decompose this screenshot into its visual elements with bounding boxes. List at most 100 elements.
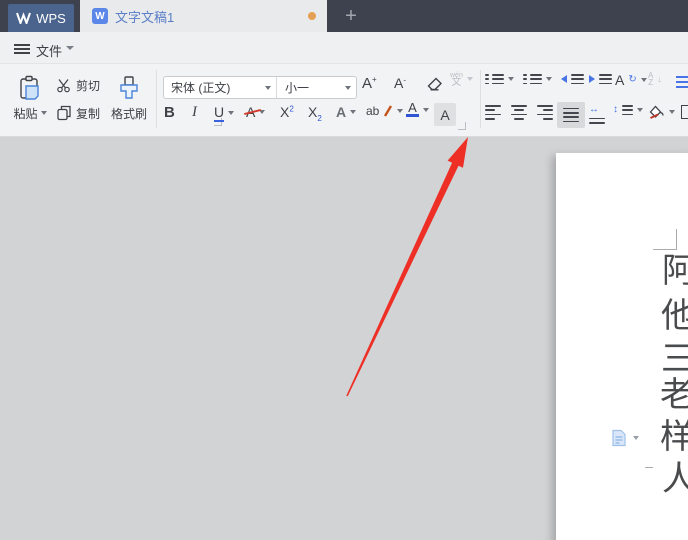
hamburger-menu-icon[interactable] [14, 42, 30, 56]
font-family-value: 宋体 (正文) [171, 81, 231, 95]
paste-label: 粘贴 [13, 106, 38, 121]
font-dialog-launcher-icon[interactable] [458, 122, 466, 130]
page-text-fragment: 三 [661, 339, 688, 379]
shading-dropdown-icon [669, 109, 675, 114]
wps-logo-icon [16, 12, 32, 24]
clear-format-button[interactable] [426, 76, 444, 92]
sort-icon: A Z [648, 71, 654, 87]
grow-font-button[interactable]: A+ [362, 75, 377, 92]
line-spacing-button[interactable]: ↕ [613, 104, 643, 116]
shrink-font-button[interactable]: A- [394, 75, 406, 91]
margin-mark [645, 467, 653, 468]
text-direction-button[interactable]: A ↻ [615, 72, 647, 88]
paste-dropdown-icon [40, 111, 47, 115]
distribute-icon: ↔ [589, 105, 605, 124]
show-marks-button[interactable] [676, 76, 688, 88]
increase-indent-icon [589, 75, 595, 84]
wps-menu-button[interactable]: WPS [8, 4, 74, 32]
page-text-fragment: 人 [662, 459, 688, 499]
group-divider [480, 70, 481, 128]
floating-options-button[interactable] [611, 429, 639, 447]
numbering-dropdown-icon [545, 77, 552, 82]
char-shading-button[interactable]: A [434, 103, 456, 126]
strikethrough-button[interactable]: A [244, 104, 266, 120]
phonetic-guide-icon: wén 文 [450, 72, 463, 88]
bullets-button[interactable] [485, 74, 514, 85]
document-tab[interactable]: W 文字文稿1 [80, 0, 327, 32]
numbering-button[interactable] [523, 74, 552, 85]
bold-button[interactable]: B [164, 104, 175, 121]
phonetic-dropdown-icon [466, 77, 473, 81]
align-left-icon [485, 105, 501, 120]
bullets-dropdown-icon [507, 77, 514, 82]
font-color-icon: A [406, 101, 419, 117]
page-text-fragment: 老 [660, 375, 688, 415]
line-spacing-dropdown-icon [637, 108, 643, 113]
font-color-button[interactable]: A [406, 101, 429, 117]
text-effects-button[interactable]: A [336, 104, 357, 120]
wps-writer-window: WPS W 文字文稿1 + 文件 粘贴 剪切 复制 格式刷 宋体 (正文) 小一… [0, 0, 688, 540]
page-text-fragment: 样 [660, 417, 688, 457]
paste-clipboard-icon [20, 75, 39, 100]
unsaved-indicator-dot [308, 12, 316, 20]
highlight-color-button[interactable]: ab [366, 104, 404, 118]
increase-indent-button[interactable] [589, 74, 612, 85]
font-color-dropdown-icon [423, 107, 429, 112]
format-painter-button[interactable]: 格式刷 [106, 70, 152, 126]
eraser-icon [427, 77, 442, 91]
highlight-pen-icon [384, 105, 393, 117]
document-tab-icon: W [92, 8, 108, 24]
align-center-button[interactable] [511, 105, 527, 120]
copy-icon [57, 105, 71, 121]
page-text-fragment: 阿 [662, 251, 688, 291]
document-canvas[interactable]: 阿 他 三 老 样 人 [0, 137, 688, 540]
font-size-dropdown-icon [345, 85, 351, 90]
file-menu-chevron-icon[interactable] [66, 46, 74, 50]
cut-label: 剪切 [76, 78, 101, 93]
sort-button[interactable]: A Z ↓ [648, 71, 662, 87]
subscript-button[interactable]: X2 [308, 104, 322, 123]
text-direction-dropdown-icon [640, 78, 647, 82]
document-tab-title: 文字文稿1 [115, 9, 175, 25]
numbering-icon [523, 74, 542, 85]
floating-options-dropdown-icon [633, 436, 639, 440]
align-left-button[interactable] [485, 105, 501, 120]
underline-button[interactable]: U [214, 104, 235, 122]
wps-app-name: WPS [36, 10, 66, 26]
highlight-dropdown-icon [397, 109, 404, 113]
font-controls: 宋体 (正文) 小一 [163, 76, 357, 99]
document-options-icon [612, 429, 626, 447]
italic-button[interactable]: I [192, 104, 197, 121]
menubar: 文件 [0, 32, 688, 91]
underline-dropdown-icon [228, 111, 235, 115]
paste-button[interactable]: 粘贴 [8, 70, 52, 126]
font-size-select[interactable]: 小一 [277, 77, 356, 98]
align-right-button[interactable] [537, 105, 553, 120]
borders-button[interactable] [681, 105, 688, 119]
decrease-indent-button[interactable] [561, 74, 584, 85]
font-family-select[interactable]: 宋体 (正文) [164, 77, 277, 98]
copy-button[interactable]: 复制 [56, 103, 100, 123]
rotate-icon: ↻ [628, 74, 637, 85]
cut-button[interactable]: 剪切 [56, 75, 100, 95]
file-menu[interactable]: 文件 [36, 41, 62, 60]
page-text-fragment: 他 [661, 296, 688, 336]
font-size-value: 小一 [285, 81, 310, 95]
decrease-indent-icon [561, 75, 567, 84]
ribbon-toolbar: 粘贴 剪切 复制 格式刷 宋体 (正文) 小一 A+ A- wén 文 B I … [0, 64, 688, 137]
margin-corner-mark [653, 249, 677, 250]
font-family-dropdown-icon [265, 85, 271, 90]
align-right-icon [537, 105, 553, 120]
copy-label: 复制 [76, 106, 101, 121]
shading-button[interactable] [646, 103, 675, 120]
new-tab-button[interactable]: + [338, 0, 364, 32]
phonetic-guide-button[interactable]: wén 文 [450, 72, 473, 88]
justify-button[interactable] [557, 102, 585, 128]
bullets-icon [485, 74, 504, 85]
distribute-button[interactable]: ↔ [589, 105, 605, 124]
scissors-icon [57, 78, 70, 92]
titlebar: WPS W 文字文稿1 + [0, 0, 688, 32]
line-spacing-arrows-icon: ↕ [613, 104, 618, 116]
sort-arrow-icon: ↓ [657, 74, 662, 84]
superscript-button[interactable]: X2 [280, 104, 294, 120]
